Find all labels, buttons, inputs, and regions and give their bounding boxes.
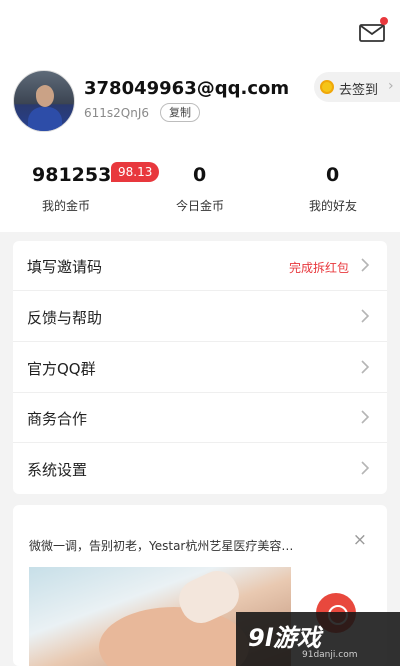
account-email: 378049963@qq.com bbox=[84, 78, 290, 99]
menu-item-business[interactable]: 商务合作 bbox=[13, 393, 387, 443]
ad-text: 微微一调，告别初老，Yestar杭州艺星医疗美容… bbox=[29, 539, 294, 553]
red-packet-hint: 完成拆红包 bbox=[288, 261, 349, 275]
today-coins-value[interactable]: 0 bbox=[193, 164, 206, 186]
menu-item-qq-group[interactable]: 官方QQ群 bbox=[13, 343, 387, 393]
user-id: 611s2QnJ6 bbox=[84, 106, 150, 120]
chevron-right-icon: › bbox=[388, 78, 394, 94]
ad-image-face bbox=[99, 607, 249, 666]
menu-item-settings[interactable]: 系统设置 bbox=[13, 444, 387, 494]
menu-item-feedback[interactable]: 反馈与帮助 bbox=[13, 292, 387, 342]
avatar-body bbox=[28, 107, 62, 131]
avatar[interactable] bbox=[13, 70, 75, 132]
unread-dot bbox=[380, 17, 388, 25]
today-coins-label: 今日金币 bbox=[176, 199, 225, 213]
menu-item-label: 系统设置 bbox=[27, 461, 88, 479]
profile-header: 378049963@qq.com 611s2QnJ6 复制 去签到 › 9812… bbox=[0, 0, 400, 232]
menu-item-label: 商务合作 bbox=[27, 410, 88, 428]
my-coins-value[interactable]: 981253 bbox=[32, 164, 111, 186]
copy-id-button[interactable]: 复制 bbox=[160, 103, 200, 122]
chevron-right-icon bbox=[361, 360, 370, 374]
menu-item-label: 填写邀请码 bbox=[27, 258, 103, 276]
menu-item-label: 官方QQ群 bbox=[27, 360, 96, 378]
watermark-url: 91danji.com bbox=[302, 650, 358, 660]
my-friends-value[interactable]: 0 bbox=[326, 164, 339, 186]
my-coins-label: 我的金币 bbox=[42, 199, 91, 213]
chevron-right-icon bbox=[361, 410, 370, 424]
my-friends-label: 我的好友 bbox=[309, 199, 358, 213]
coin-icon bbox=[320, 80, 334, 94]
chevron-right-icon bbox=[361, 461, 370, 475]
avatar-head bbox=[36, 85, 54, 107]
menu-list: 填写邀请码 完成拆红包 反馈与帮助 官方QQ群 商务合作 系统设置 bbox=[13, 241, 387, 494]
chevron-right-icon bbox=[361, 258, 370, 272]
site-watermark: 9l游戏 91danji.com bbox=[236, 612, 400, 666]
watermark-logo: 9l游戏 bbox=[248, 624, 321, 652]
coins-cash-badge: 98.13 bbox=[111, 162, 160, 182]
menu-item-label: 反馈与帮助 bbox=[27, 309, 103, 327]
checkin-label: 去签到 bbox=[339, 83, 379, 98]
menu-item-invite-code[interactable]: 填写邀请码 完成拆红包 bbox=[13, 241, 387, 291]
close-icon[interactable]: × bbox=[353, 530, 367, 550]
checkin-button[interactable]: 去签到 › bbox=[314, 72, 400, 102]
messages-button[interactable] bbox=[358, 17, 388, 44]
chevron-right-icon bbox=[361, 309, 370, 323]
